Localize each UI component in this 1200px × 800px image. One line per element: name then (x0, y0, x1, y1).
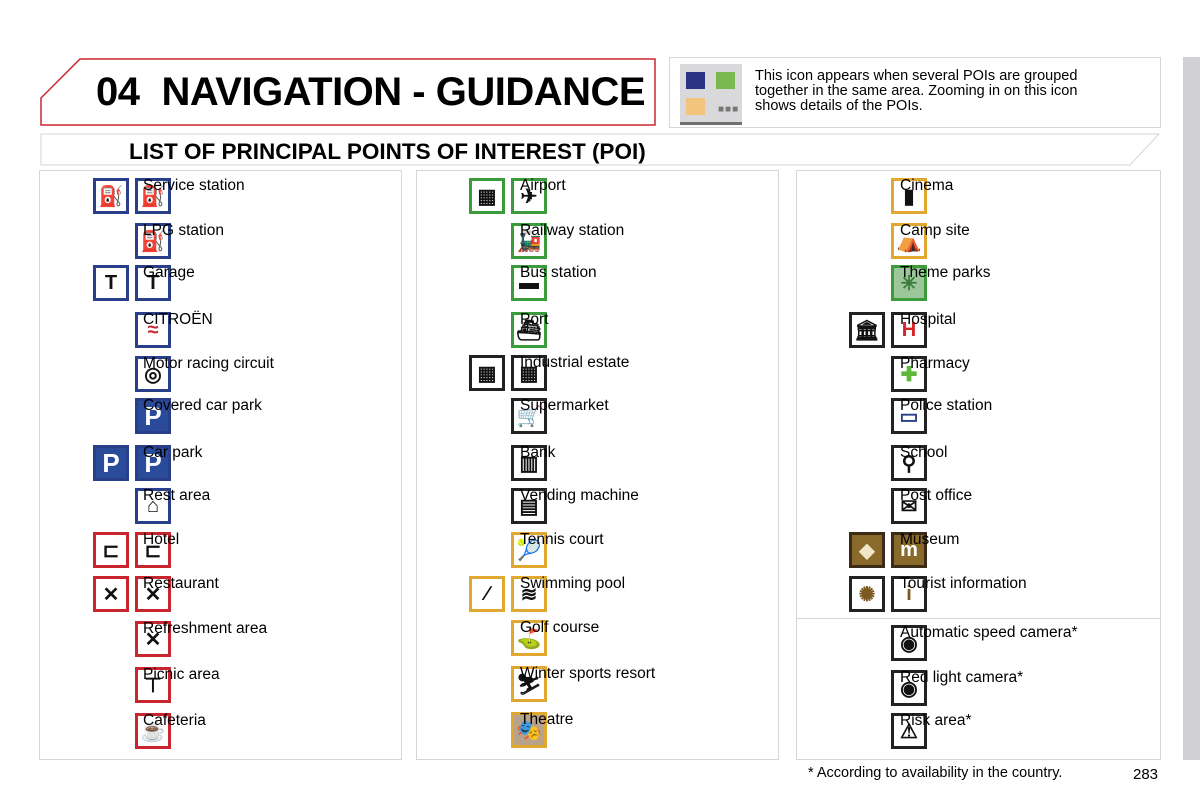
poi-label: LPG station (143, 222, 224, 239)
poi-label: Pharmacy (900, 355, 970, 372)
poi-label: Rest area (143, 487, 211, 504)
poi-label: Automatic speed camera* (900, 624, 1078, 641)
poi-label: Theatre (520, 711, 574, 728)
poi-label: Golf course (520, 619, 600, 636)
poi-label: Tourist information (900, 575, 1027, 592)
poi-label: School (900, 444, 948, 461)
poi-label: CITROËN (143, 311, 213, 328)
poi-label: Bank (520, 444, 556, 461)
parking-icon: P (93, 445, 129, 481)
poi-label: Restaurant (143, 575, 219, 592)
poi-label: Supermarket (520, 397, 609, 414)
poi-label: Museum (900, 531, 960, 548)
poi-label: Hospital (900, 311, 956, 328)
poi-label: Railway station (520, 222, 625, 239)
poi-label: Industrial estate (520, 354, 630, 371)
poi-label: Picnic area (143, 666, 220, 683)
poi-label: Post office (900, 487, 973, 504)
cutlery-icon: ✕ (93, 576, 129, 612)
industrial-group-icon: ▦ (469, 355, 505, 391)
poi-label: Garage (143, 264, 195, 281)
poi-label: Bus station (520, 264, 597, 281)
poi-label: Theme parks (900, 264, 991, 281)
poi-label: Car park (143, 444, 203, 461)
chapter-number: 04 (96, 70, 140, 114)
page-number: 283 (1133, 766, 1159, 783)
poi-column-3: ▮ Cinema ⛺ Camp site ✳ Theme parks 🏛 H Hospital ✚… (796, 170, 1161, 760)
monument-icon: ◆ (849, 532, 885, 568)
poi-label: Service station (143, 177, 245, 194)
poi-column-1: ⛽ ⛽ Service station ⛽ LPG station T T Garage ≈ CI… (39, 170, 402, 760)
section-header: LIST OF PRINCIPAL POINTS OF INTEREST (PO… (40, 133, 1160, 166)
tourism-icon: ✺ (849, 576, 885, 612)
chapter-header: 04 NAVIGATION - GUIDANCE (40, 58, 656, 126)
poi-label: Refreshment area (143, 620, 268, 637)
poi-label: Cafeteria (143, 712, 206, 729)
poi-label: Motor racing circuit (143, 355, 274, 372)
poi-column-2: ▦ ✈ Airport 🚂 Railway station ▬ Bus station ⛴ Po… (416, 170, 779, 760)
cluster-note: ■■■ This icon appears when several POIs … (669, 57, 1161, 128)
poi-label: Red light camera* (900, 669, 1024, 686)
poi-label: Hotel (143, 531, 180, 548)
page-edge-tab (1183, 57, 1200, 760)
section-title: LIST OF PRINCIPAL POINTS OF INTEREST (PO… (129, 139, 646, 164)
poi-label: Winter sports resort (520, 665, 656, 682)
poi-label: Vending machine (520, 487, 639, 504)
chapter-title: 04 NAVIGATION - GUIDANCE (96, 70, 646, 115)
chapter-title-text: NAVIGATION - GUIDANCE (161, 70, 646, 114)
wrench-icon: T (93, 265, 129, 301)
poi-label: Camp site (900, 222, 970, 239)
poi-label: Police station (900, 397, 993, 414)
poi-label: Airport (520, 177, 566, 194)
poi-label: Covered car park (143, 397, 262, 414)
transport-group-icon: ▦ (469, 178, 505, 214)
public-building-icon: 🏛 (849, 312, 885, 348)
poi-label: Tennis court (520, 531, 604, 548)
leisure-group-icon: ∕ (469, 576, 505, 612)
poi-cluster-icon: ■■■ (680, 64, 742, 125)
poi-label: Risk area* (900, 712, 972, 729)
camera-section-divider (797, 618, 1160, 619)
bed-icon: ⊏ (93, 532, 129, 568)
cluster-note-text: This icon appears when several POIs are … (755, 68, 1078, 114)
fuel-pump-icon: ⛽ (93, 178, 129, 214)
poi-label: Port (520, 311, 549, 328)
poi-label: Cinema (900, 177, 954, 194)
footnote: * According to availability in the count… (808, 765, 1063, 781)
poi-label: Swimming pool (520, 575, 626, 592)
